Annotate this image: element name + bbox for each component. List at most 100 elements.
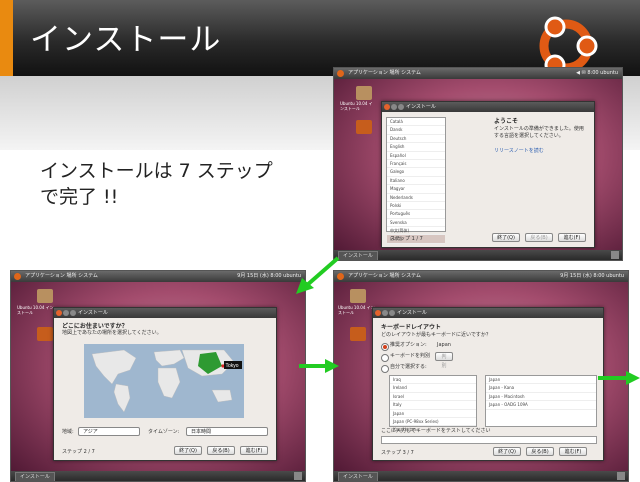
arrow-next-step-icon <box>598 371 640 385</box>
list-item[interactable]: Italiano <box>387 177 445 186</box>
taskbar-installer[interactable]: インストール <box>15 472 55 481</box>
keyboard-test-field[interactable] <box>381 436 597 444</box>
panel-status: 9月 15日 (水) 8:00 ubuntu <box>560 273 624 279</box>
radio-dot <box>383 345 387 349</box>
maximize-icon[interactable] <box>389 310 395 316</box>
screenshot-location: アプリケーション 場所 システム 9月 15日 (水) 8:00 ubuntu … <box>10 270 306 482</box>
desktop-icon-label: Ubuntu 10.04 インストール <box>17 305 54 315</box>
list-item[interactable]: English <box>387 143 445 152</box>
list-item[interactable]: Israel <box>390 393 476 402</box>
radio-choose[interactable] <box>381 365 389 373</box>
release-notes-link[interactable]: リリースノートを読む <box>494 148 586 155</box>
ubuntu-menu-icon[interactable] <box>14 273 21 280</box>
list-item[interactable]: Português <box>387 210 445 219</box>
language-list[interactable]: Català Dansk Deutsch English Español Français… <box>386 117 446 244</box>
timezone-select[interactable]: 日本時間 <box>186 427 268 436</box>
forward-button[interactable]: 進む(F) <box>558 233 586 242</box>
trash-icon[interactable] <box>611 251 619 259</box>
layout-country-list[interactable]: Iraq Ireland Israel Italy Japan Japan (PC-98x… <box>389 375 477 435</box>
list-item[interactable]: Galego <box>387 168 445 177</box>
arrow-to-location-icon <box>296 256 340 294</box>
window-title: インストール <box>397 310 427 316</box>
layout-variant-list[interactable]: Japan Japan - Kana Japan - Macintosh Japan … <box>485 375 597 427</box>
folder-desktop-icon[interactable] <box>350 327 366 341</box>
ubuntu-menu-icon[interactable] <box>337 70 344 77</box>
list-item[interactable]: Japan - OADG 109A <box>486 401 596 410</box>
installer-desktop-icon[interactable] <box>350 289 366 303</box>
list-item[interactable]: Japan (PC-98xx Series) <box>390 418 476 427</box>
close-icon[interactable] <box>375 310 381 316</box>
back-button[interactable]: 戻る(B) <box>207 446 235 455</box>
list-item[interactable]: Iraq <box>390 376 476 385</box>
forward-button[interactable]: 進む(F) <box>559 447 587 456</box>
list-item[interactable]: Español <box>387 152 445 160</box>
minimize-icon[interactable] <box>391 104 397 110</box>
list-item[interactable]: Japan <box>390 410 476 418</box>
folder-desktop-icon[interactable] <box>356 120 372 134</box>
quit-button[interactable]: 終了(Q) <box>493 447 521 456</box>
list-item[interactable]: Japan - Kana <box>486 384 596 393</box>
option-choose-label: 自分で選択する: <box>390 364 427 370</box>
option-suggested-value: Japan <box>437 342 451 348</box>
close-icon[interactable] <box>384 104 390 110</box>
option-guess-label: キーボードを判別 <box>390 353 431 359</box>
desktop-icon-label: Ubuntu 10.04 インストール <box>340 101 373 111</box>
maximize-icon[interactable] <box>70 310 76 316</box>
maximize-icon[interactable] <box>398 104 404 110</box>
quit-button[interactable]: 終了(Q) <box>174 446 202 455</box>
list-item[interactable]: Japan - Macintosh <box>486 393 596 402</box>
list-item[interactable]: Svenska <box>387 219 445 228</box>
trash-icon[interactable] <box>617 472 625 480</box>
list-item[interactable]: Italy <box>390 401 476 410</box>
keyboard-test-hint: ここに入力してキーボードをテストしてください <box>381 428 491 434</box>
guess-button[interactable]: 判別 <box>435 352 453 369</box>
close-icon[interactable] <box>56 310 62 316</box>
window-titlebar: インストール <box>54 308 276 318</box>
trash-icon[interactable] <box>294 472 302 480</box>
panel-menus[interactable]: アプリケーション 場所 システム <box>25 271 98 282</box>
city-label: Tokyo <box>226 363 239 369</box>
list-item[interactable]: Nederlands <box>387 194 445 202</box>
forward-button[interactable]: 進む(F) <box>240 446 268 455</box>
timezone-label: タイムゾーン: <box>148 429 180 435</box>
list-item[interactable]: Français <box>387 160 445 169</box>
region-label: 地域: <box>62 429 74 435</box>
radio-suggested[interactable] <box>381 343 389 351</box>
list-item[interactable]: Ireland <box>390 384 476 393</box>
folder-desktop-icon[interactable] <box>37 327 53 341</box>
screenshot-keyboard: アプリケーション 場所 システム 9月 15日 (水) 8:00 ubuntu … <box>333 270 629 482</box>
list-item[interactable]: Japan <box>486 376 596 385</box>
taskbar-installer[interactable]: インストール <box>338 472 378 481</box>
top-panel: アプリケーション 場所 システム 9月 15日 (水) 8:00 ubuntu <box>334 271 628 282</box>
panel-menus[interactable]: アプリケーション 場所 システム <box>348 68 421 79</box>
region-select[interactable]: アジア <box>78 427 140 436</box>
option-suggested-label: 推奨オプション: <box>390 342 427 348</box>
radio-guess[interactable] <box>381 354 389 362</box>
top-panel: アプリケーション 場所 システム ◀ ✉ 8:00 ubuntu <box>334 68 622 79</box>
back-button[interactable]: 戻る(B) <box>526 447 554 456</box>
keyboard-heading: キーボードレイアウト <box>381 324 442 331</box>
subtitle-line-1: インストールは 7 ステップ <box>40 160 273 182</box>
back-button[interactable]: 戻る(B) <box>525 233 553 242</box>
window-titlebar: インストール <box>373 308 603 318</box>
list-item[interactable]: Català <box>387 118 445 127</box>
panel-status: ◀ ✉ 8:00 ubuntu <box>576 70 618 76</box>
installer-desktop-icon[interactable] <box>37 289 53 303</box>
panel-menus[interactable]: アプリケーション 場所 システム <box>348 271 421 282</box>
minimize-icon[interactable] <box>63 310 69 316</box>
list-item[interactable]: Magyar <box>387 185 445 194</box>
top-panel: アプリケーション 場所 システム 9月 15日 (水) 8:00 ubuntu <box>11 271 305 282</box>
list-item[interactable]: Dansk <box>387 126 445 135</box>
step-indicator: ステップ 1 / 7 <box>390 236 423 242</box>
world-map[interactable]: Tokyo <box>84 344 244 418</box>
list-item[interactable]: Polski <box>387 202 445 211</box>
subtitle-line-2: で完了 !! <box>40 186 119 208</box>
quit-button[interactable]: 終了(Q) <box>492 233 520 242</box>
list-item[interactable]: Deutsch <box>387 135 445 144</box>
installer-desktop-icon[interactable] <box>356 86 372 100</box>
window-title: インストール <box>78 310 108 316</box>
installer-window: インストール キーボードレイアウト どのレイアウトが最もキーボードに近いですか？… <box>372 307 604 461</box>
installer-window: インストール どこにお住まいですか？ 地図上であなたの場所を選択してください。 … <box>53 307 277 461</box>
minimize-icon[interactable] <box>382 310 388 316</box>
arrow-to-keyboard-icon <box>299 359 339 373</box>
